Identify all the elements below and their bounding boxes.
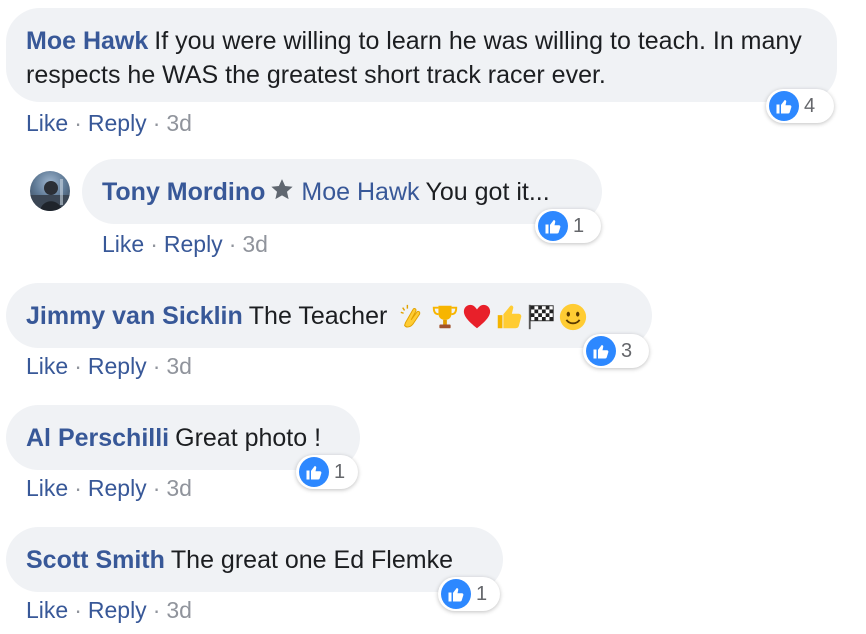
like-reaction-icon	[299, 457, 329, 487]
separator-dot: ·	[74, 353, 82, 379]
comment-actions: Like · Reply · 3d	[26, 596, 192, 624]
clapping-hands-icon	[400, 305, 421, 328]
separator-dot: ·	[150, 231, 158, 257]
reaction-count: 3	[621, 339, 633, 362]
reply-link[interactable]: Reply	[88, 597, 147, 623]
reaction-count-pill[interactable]: 3	[583, 334, 649, 368]
like-reaction-icon	[769, 91, 799, 121]
like-link[interactable]: Like	[26, 353, 68, 379]
timestamp[interactable]: 3d	[166, 353, 192, 379]
like-reaction-icon	[441, 579, 471, 609]
reaction-count-pill[interactable]: 1	[535, 209, 601, 243]
comment-author-link[interactable]: Jimmy van Sicklin	[26, 302, 243, 330]
separator-dot: ·	[74, 110, 82, 136]
reply-link[interactable]: Reply	[164, 231, 223, 257]
reaction-count: 1	[573, 214, 585, 237]
separator-dot: ·	[152, 475, 161, 501]
comment-author-link[interactable]: Moe Hawk	[26, 27, 148, 55]
thumbs-up-icon	[498, 305, 522, 329]
timestamp[interactable]: 3d	[166, 475, 192, 501]
reaction-count-pill[interactable]: 4	[766, 89, 834, 123]
separator-dot: ·	[74, 597, 82, 623]
separator-dot: ·	[152, 353, 161, 379]
trophy-icon	[433, 306, 458, 329]
comment-text: The Teacher	[248, 302, 388, 330]
comment-text: Great photo !	[175, 424, 322, 452]
reaction-count: 1	[476, 582, 488, 605]
separator-dot: ·	[228, 231, 237, 257]
smiling-face-icon	[560, 304, 587, 331]
comment-author-link[interactable]: Scott Smith	[26, 546, 165, 574]
comment-bubble: Jimmy van Sicklin The Teacher	[6, 283, 652, 348]
reply-link[interactable]: Reply	[88, 353, 147, 379]
comment-bubble: Tony Mordino Moe Hawk You got it...	[82, 159, 602, 224]
like-link[interactable]: Like	[26, 110, 68, 136]
reply-link[interactable]: Reply	[88, 110, 147, 136]
comment-text: The great one Ed Flemke	[170, 546, 453, 574]
timestamp[interactable]: 3d	[242, 231, 268, 257]
timestamp[interactable]: 3d	[166, 110, 192, 136]
red-heart-icon	[464, 305, 491, 329]
comment-actions: Like · Reply · 3d	[26, 109, 192, 137]
mention-link[interactable]: Moe Hawk	[301, 178, 419, 206]
avatar[interactable]	[30, 171, 70, 211]
comment-actions: Like · Reply · 3d	[26, 352, 192, 380]
comment-bubble: Scott Smith The great one Ed Flemke	[6, 527, 503, 592]
separator-dot: ·	[74, 475, 82, 501]
comment-author-link[interactable]: Tony Mordino	[102, 178, 265, 206]
like-link[interactable]: Like	[102, 231, 144, 257]
timestamp[interactable]: 3d	[166, 597, 192, 623]
like-reaction-icon	[586, 336, 616, 366]
separator-dot: ·	[152, 110, 161, 136]
comment-author-link[interactable]: Al Perschilli	[26, 424, 169, 452]
reaction-count-pill[interactable]: 1	[438, 577, 500, 611]
top-fan-badge-icon	[269, 177, 295, 212]
comment-actions: Like · Reply · 3d	[102, 230, 268, 258]
like-reaction-icon	[538, 211, 568, 241]
comment-text: You got it...	[425, 178, 550, 206]
comment-thread: Moe Hawk If you were willing to learn he …	[0, 0, 866, 634]
reaction-count-pill[interactable]: 1	[296, 455, 358, 489]
comment-actions: Like · Reply · 3d	[26, 474, 192, 502]
comment-bubble: Moe Hawk If you were willing to learn he …	[6, 8, 837, 102]
reaction-count: 1	[334, 460, 346, 483]
reply-link[interactable]: Reply	[88, 475, 147, 501]
checkered-flag-icon	[529, 305, 554, 330]
like-link[interactable]: Like	[26, 597, 68, 623]
reaction-count: 4	[804, 94, 816, 117]
separator-dot: ·	[152, 597, 161, 623]
emoji-group	[398, 302, 590, 332]
like-link[interactable]: Like	[26, 475, 68, 501]
